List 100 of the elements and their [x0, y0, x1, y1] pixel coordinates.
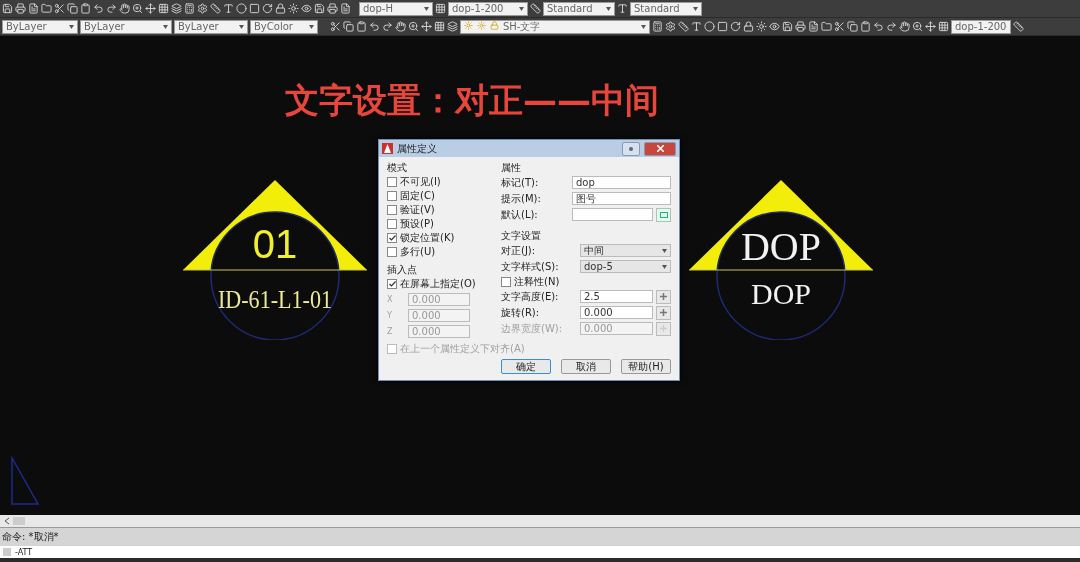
save-icon[interactable]: [2, 3, 13, 14]
move-icon[interactable]: [145, 3, 156, 14]
document-icon[interactable]: [28, 3, 39, 14]
settings-icon[interactable]: [197, 3, 208, 14]
dropdown-field[interactable]: dop-1-200: [951, 19, 1011, 34]
zoom-icon[interactable]: [408, 21, 419, 32]
ruler-icon[interactable]: [678, 21, 689, 32]
save-icon[interactable]: [314, 3, 325, 14]
scroll-thumb[interactable]: [13, 517, 25, 525]
folder-icon[interactable]: [821, 21, 832, 32]
lock-icon[interactable]: [275, 3, 286, 14]
dropdown-field[interactable]: Standard: [543, 1, 615, 16]
grid-icon[interactable]: [434, 21, 445, 32]
print-icon[interactable]: [795, 21, 806, 32]
square-icon[interactable]: [717, 21, 728, 32]
folder-icon[interactable]: [41, 3, 52, 14]
dialog-button[interactable]: 取消: [561, 359, 611, 374]
print-icon[interactable]: [327, 3, 338, 14]
grid-icon[interactable]: [158, 3, 169, 14]
redo-icon[interactable]: [382, 21, 393, 32]
move-icon[interactable]: [925, 21, 936, 32]
checkbox[interactable]: [387, 218, 397, 229]
copy-icon[interactable]: [343, 21, 354, 32]
checkbox[interactable]: [501, 276, 511, 287]
ruler-icon[interactable]: [530, 3, 541, 14]
cut-icon[interactable]: [834, 21, 845, 32]
ruler-icon[interactable]: [210, 3, 221, 14]
circle-icon[interactable]: [704, 21, 715, 32]
undo-icon[interactable]: [93, 3, 104, 14]
save-icon[interactable]: [782, 21, 793, 32]
input-field[interactable]: [572, 208, 653, 221]
eye-icon[interactable]: [301, 3, 312, 14]
lock-icon[interactable]: [743, 21, 754, 32]
checkbox[interactable]: [387, 190, 397, 201]
sun-icon[interactable]: [756, 21, 767, 32]
hand-icon[interactable]: [119, 3, 130, 14]
checkbox[interactable]: [387, 246, 397, 257]
scroll-left-icon[interactable]: [3, 517, 11, 525]
sun-icon[interactable]: [288, 3, 299, 14]
grid-icon[interactable]: [435, 3, 446, 14]
paste-icon[interactable]: [80, 3, 91, 14]
command-input[interactable]: -ATT: [0, 546, 1080, 558]
input-field[interactable]: 图号: [572, 192, 671, 205]
hand-icon[interactable]: [395, 21, 406, 32]
paste-icon[interactable]: [860, 21, 871, 32]
ruler-icon[interactable]: [1013, 21, 1024, 32]
input-field[interactable]: 2.5: [580, 290, 653, 303]
dialog-button[interactable]: 帮助(H): [621, 359, 671, 374]
dropdown-field[interactable]: ByColor: [250, 19, 318, 34]
zoom-icon[interactable]: [132, 3, 143, 14]
redo-icon[interactable]: [106, 3, 117, 14]
dropdown-field[interactable]: ByLayer: [2, 19, 78, 34]
dialog-button[interactable]: 确定: [501, 359, 551, 374]
undo-icon[interactable]: [873, 21, 884, 32]
calculator-icon[interactable]: [184, 3, 195, 14]
layers-icon[interactable]: [447, 21, 458, 32]
dropdown-field[interactable]: ByLayer: [174, 19, 248, 34]
hand-icon[interactable]: [899, 21, 910, 32]
layer-dropdown[interactable]: SH-文字: [460, 19, 650, 34]
checkbox[interactable]: [387, 278, 397, 289]
checkbox[interactable]: [387, 176, 397, 187]
text-icon[interactable]: [691, 21, 702, 32]
field-insert-button[interactable]: [656, 207, 671, 222]
zoom-icon[interactable]: [912, 21, 923, 32]
cut-icon[interactable]: [54, 3, 65, 14]
calculator-icon[interactable]: [652, 21, 663, 32]
rotate-icon[interactable]: [730, 21, 741, 32]
dropdown-field[interactable]: 中间: [580, 244, 671, 257]
dropdown-field[interactable]: dop-1-200: [448, 1, 528, 16]
grid-icon[interactable]: [938, 21, 949, 32]
print-icon[interactable]: [15, 3, 26, 14]
dropdown-field[interactable]: dop-H: [359, 1, 433, 16]
rotate-icon[interactable]: [262, 3, 273, 14]
dropdown-field[interactable]: Standard: [630, 1, 702, 16]
redo-icon[interactable]: [886, 21, 897, 32]
input-field[interactable]: dop: [572, 176, 671, 189]
copy-icon[interactable]: [847, 21, 858, 32]
move-icon[interactable]: [421, 21, 432, 32]
undo-icon[interactable]: [369, 21, 380, 32]
dropdown-field[interactable]: dop-5: [580, 260, 671, 273]
text-icon[interactable]: [617, 3, 628, 14]
document-icon[interactable]: [808, 21, 819, 32]
cut-icon[interactable]: [330, 21, 341, 32]
help-button[interactable]: [622, 141, 640, 156]
square-icon[interactable]: [249, 3, 260, 14]
checkbox[interactable]: [387, 204, 397, 215]
settings-icon[interactable]: [665, 21, 676, 32]
copy-icon[interactable]: [67, 3, 78, 14]
input-field[interactable]: 0.000: [580, 306, 653, 319]
pick-button[interactable]: [656, 305, 671, 320]
circle-icon[interactable]: [236, 3, 247, 14]
checkbox[interactable]: [387, 232, 397, 243]
dropdown-field[interactable]: ByLayer: [80, 19, 172, 34]
paste-icon[interactable]: [356, 21, 367, 32]
document-icon[interactable]: [340, 3, 351, 14]
layers-icon[interactable]: [171, 3, 182, 14]
close-button[interactable]: [644, 141, 676, 156]
eye-icon[interactable]: [769, 21, 780, 32]
pick-button[interactable]: [656, 289, 671, 304]
text-icon[interactable]: [223, 3, 234, 14]
